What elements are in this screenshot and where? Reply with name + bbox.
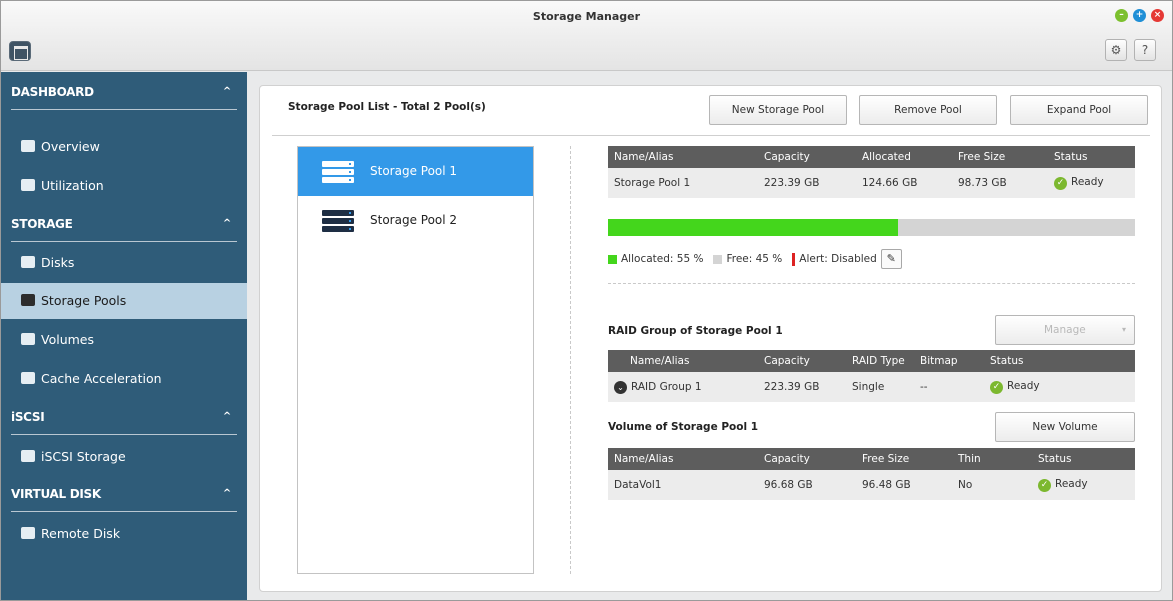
storage-pool-icon (322, 210, 354, 232)
utilization-icon (21, 179, 35, 191)
new-storage-pool-button[interactable]: New Storage Pool (709, 95, 847, 125)
raid-table: Name/Alias Capacity RAID Type Bitmap Sta… (608, 350, 1135, 402)
allocated-swatch (608, 254, 617, 264)
col-capacity: Capacity (758, 146, 856, 168)
volumes-icon (21, 333, 35, 345)
sidebar-item-overview[interactable]: Overview (1, 129, 247, 165)
sidebar-item-cache-acceleration[interactable]: Cache Acceleration (1, 361, 247, 397)
col-status: Status (984, 350, 1135, 372)
col-name: Name/Alias (608, 448, 758, 470)
cache-icon (21, 372, 35, 384)
table-row[interactable]: Storage Pool 1 223.39 GB 124.66 GB 98.73… (608, 168, 1135, 198)
pool-table: Name/Alias Capacity Allocated Free Size … (608, 146, 1135, 198)
pool-item-2[interactable]: Storage Pool 2 (298, 196, 533, 245)
pool-list-title: Storage Pool List - Total 2 Pool(s) (288, 101, 486, 113)
divider (570, 146, 571, 574)
collapse-icon: ^ (222, 218, 231, 229)
check-icon: ✓ (1038, 479, 1051, 492)
sidebar: DASHBOARD ^ Overview Utilization STORAGE ^… (1, 72, 247, 600)
app-menu-icon[interactable] (9, 41, 31, 61)
usage-legend: Allocated: 55 % Free: 45 % Alert: Disabl… (608, 249, 902, 269)
check-icon: ✓ (990, 381, 1003, 394)
edit-alert-icon[interactable]: ✎ (880, 249, 902, 269)
col-capacity: Capacity (758, 448, 856, 470)
col-free: Free Size (856, 448, 952, 470)
pool-list: Storage Pool 1 Storage Pool 2 (297, 146, 534, 574)
divider (272, 135, 1150, 136)
volume-title: Volume of Storage Pool 1 (608, 421, 759, 433)
sidebar-item-volumes[interactable]: Volumes (1, 322, 247, 358)
section-storage[interactable]: STORAGE ^ (11, 206, 237, 242)
remote-disk-icon (21, 527, 35, 539)
gear-icon[interactable]: ⚙ (1105, 39, 1127, 61)
storage-pool-icon (322, 161, 354, 183)
section-virtual-disk[interactable]: VIRTUAL DISK ^ (11, 476, 237, 512)
chevron-down-icon: ▾ (1121, 325, 1126, 334)
sidebar-item-storage-pools[interactable]: Storage Pools (1, 283, 247, 319)
col-free: Free Size (952, 146, 1048, 168)
table-row[interactable]: ⌄ RAID Group 1 223.39 GB Single -- ✓ Ready (608, 372, 1135, 402)
expand-pool-button[interactable]: Expand Pool (1010, 95, 1148, 125)
table-row[interactable]: DataVol1 96.68 GB 96.48 GB No ✓ Ready (608, 470, 1135, 500)
raid-group-title: RAID Group of Storage Pool 1 (608, 325, 783, 337)
col-status: Status (1048, 146, 1135, 168)
col-name: Name/Alias (608, 350, 758, 372)
sidebar-item-disks[interactable]: Disks (1, 245, 247, 281)
remove-pool-button[interactable]: Remove Pool (859, 95, 997, 125)
col-capacity: Capacity (758, 350, 846, 372)
usage-bar (608, 219, 1135, 236)
sidebar-item-utilization[interactable]: Utilization (1, 168, 247, 204)
expand-icon[interactable]: ⌄ (614, 380, 627, 394)
col-name: Name/Alias (608, 146, 758, 168)
collapse-icon: ^ (222, 86, 231, 97)
collapse-icon: ^ (222, 411, 231, 422)
title-bar: Storage Manager – + × ⚙ ? (1, 1, 1172, 71)
col-allocated: Allocated (856, 146, 952, 168)
check-icon: ✓ (1054, 177, 1067, 190)
collapse-icon: ^ (222, 488, 231, 499)
overview-icon (21, 140, 35, 152)
alert-marker (792, 252, 796, 266)
storage-manager-window: Storage Manager – + × ⚙ ? DASHBOARD ^ Ove… (0, 0, 1173, 601)
sidebar-item-remote-disk[interactable]: Remote Disk (1, 516, 247, 552)
col-status: Status (1032, 448, 1135, 470)
new-volume-button[interactable]: New Volume (995, 412, 1135, 442)
col-raid-type: RAID Type (846, 350, 914, 372)
window-title: Storage Manager (532, 10, 641, 23)
storage-pools-icon (21, 294, 35, 306)
col-bitmap: Bitmap (914, 350, 984, 372)
pool-item-1[interactable]: Storage Pool 1 (298, 147, 533, 196)
divider (608, 283, 1135, 284)
manage-dropdown[interactable]: Manage ▾ (995, 315, 1135, 345)
volume-table: Name/Alias Capacity Free Size Thin Statu… (608, 448, 1135, 500)
help-button[interactable]: ? (1134, 39, 1156, 61)
close-icon[interactable]: × (1151, 9, 1164, 22)
section-dashboard[interactable]: DASHBOARD ^ (11, 74, 237, 110)
col-thin: Thin (952, 448, 1032, 470)
sidebar-item-iscsi-storage[interactable]: iSCSI Storage (1, 439, 247, 475)
disks-icon (21, 256, 35, 268)
minimize-icon[interactable]: – (1115, 9, 1128, 22)
usage-bar-fill (608, 219, 898, 236)
iscsi-icon (21, 450, 35, 462)
section-iscsi[interactable]: iSCSI ^ (11, 399, 237, 435)
free-swatch (713, 254, 723, 264)
main-panel: Storage Pool List - Total 2 Pool(s) New … (259, 85, 1162, 592)
maximize-icon[interactable]: + (1133, 9, 1146, 22)
